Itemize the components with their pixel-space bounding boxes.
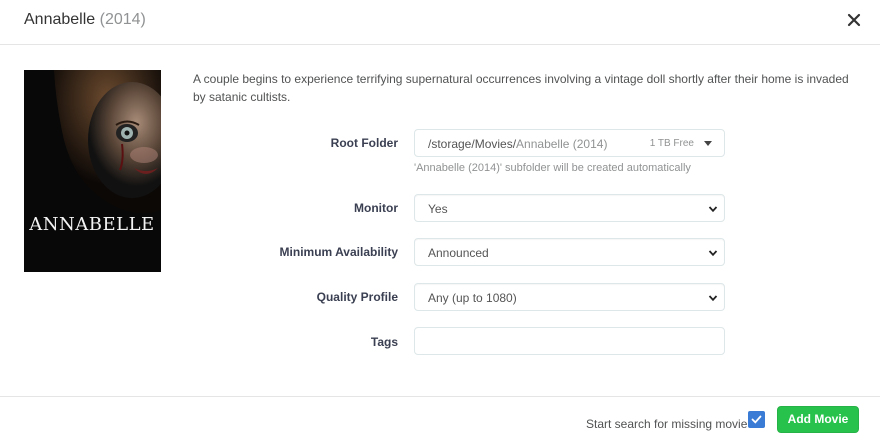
monitor-label: Monitor xyxy=(354,201,398,215)
caret-down-icon xyxy=(704,141,712,146)
quality-profile-label: Quality Profile xyxy=(316,290,398,304)
root-folder-path: /storage/Movies/Annabelle (2014) xyxy=(428,137,608,151)
close-icon[interactable] xyxy=(844,10,864,30)
chevron-down-icon xyxy=(708,250,718,257)
chevron-down-icon xyxy=(708,295,718,302)
start-search-label[interactable]: Start search for missing movie xyxy=(586,417,747,431)
check-icon xyxy=(751,415,762,424)
monitor-select[interactable]: Yes xyxy=(414,194,725,222)
modal-header: Annabelle (2014) xyxy=(0,0,880,45)
root-folder-label: Root Folder xyxy=(330,136,398,150)
minimum-availability-value: Announced xyxy=(428,246,489,260)
movie-year: (2014) xyxy=(99,11,146,28)
start-search-checkbox[interactable] xyxy=(748,411,765,428)
movie-overview: A couple begins to experience terrifying… xyxy=(193,72,849,104)
root-folder-help: 'Annabelle (2014)' subfolder will be cre… xyxy=(414,162,691,174)
poster-title: ANNABELLE xyxy=(28,214,154,235)
movie-title: Annabelle xyxy=(24,11,96,28)
add-movie-button[interactable]: Add Movie xyxy=(777,406,859,433)
minimum-availability-select[interactable]: Announced xyxy=(414,238,725,266)
monitor-value: Yes xyxy=(428,202,448,216)
quality-profile-select[interactable]: Any (up to 1080) xyxy=(414,283,725,311)
modal-title: Annabelle (2014) xyxy=(24,11,146,29)
tags-input[interactable] xyxy=(414,327,725,355)
movie-poster: ANNABELLE xyxy=(24,70,161,272)
quality-profile-value: Any (up to 1080) xyxy=(428,291,517,305)
minimum-availability-label: Minimum Availability xyxy=(279,245,398,259)
root-folder-select[interactable]: /storage/Movies/Annabelle (2014) 1 TB Fr… xyxy=(414,129,725,157)
modal-footer: Start search for missing movie Add Movie xyxy=(0,396,880,445)
chevron-down-icon xyxy=(708,206,718,213)
free-space: 1 TB Free xyxy=(649,138,694,149)
tags-label: Tags xyxy=(370,335,398,349)
